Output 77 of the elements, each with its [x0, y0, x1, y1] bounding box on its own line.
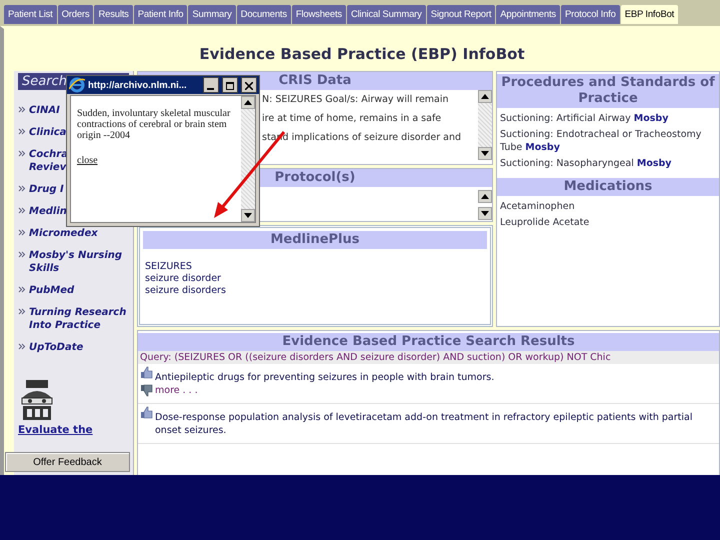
tab[interactable]: EBP InfoBot: [620, 5, 678, 24]
result-title[interactable]: Antiepileptic drugs for preventing seizures in people with brain tumors.: [155, 371, 494, 384]
procedure-text: Suctioning: Endotracheal or Tracheostomy Tube Mosby: [500, 128, 702, 154]
search-link[interactable]: Clinica: [29, 126, 66, 139]
medication-text: Acetaminophen: [500, 200, 576, 213]
tab[interactable]: Documents: [236, 5, 291, 24]
scroll-down-icon[interactable]: [241, 209, 255, 222]
search-link[interactable]: UpToDate: [29, 341, 84, 354]
double-chevron-icon: [18, 343, 26, 350]
cris-text: N: SEIZURES Goal/s: Airway will remain: [262, 94, 450, 105]
medline-link[interactable]: seizure disorder: [145, 273, 485, 285]
tab[interactable]: Flowsheets: [292, 5, 346, 24]
panel-header: Procedures and Standards of Practice: [497, 74, 719, 108]
scroll-down-icon[interactable]: [478, 207, 492, 220]
minimize-button[interactable]: [203, 77, 219, 93]
cris-text: ire at time of home, remains in a safe: [262, 113, 442, 124]
thumbs-up-icon: [140, 406, 153, 419]
close-icon: [245, 82, 253, 90]
mosby-link[interactable]: Mosby: [636, 158, 672, 169]
mosby-link[interactable]: Mosby: [634, 113, 668, 124]
search-link[interactable]: Mosby's Nursing Skills: [29, 249, 122, 275]
tab[interactable]: Appointments: [496, 5, 560, 24]
panel-header: Evidence Based Practice Search Results: [138, 333, 719, 351]
tab[interactable]: Patient Info: [134, 5, 188, 24]
search-link[interactable]: Drug I: [29, 183, 64, 196]
search-link[interactable]: Micromedex: [29, 227, 98, 240]
double-chevron-icon: [18, 128, 26, 135]
query-text: Query: (SEIZURES OR ((seizure disorders AND seizure disorder) AND suction) OR workup) NOT Chic: [138, 351, 719, 364]
search-link[interactable]: Medlin: [29, 205, 67, 218]
thumbs-up-icon: [140, 366, 153, 379]
scrollbar[interactable]: [478, 90, 492, 160]
search-link[interactable]: PubMed: [29, 284, 74, 297]
maximize-button[interactable]: [222, 77, 238, 93]
scroll-up-icon[interactable]: [478, 90, 492, 103]
page-title: Evidence Based Practice (EBP) InfoBot: [198, 44, 526, 65]
tab[interactable]: Protocol Info: [560, 5, 620, 24]
scroll-up-icon[interactable]: [478, 190, 492, 203]
procedure-text: Suctioning: Artificial Airway Mosby: [500, 112, 670, 125]
tab[interactable]: Summary: [188, 5, 236, 24]
double-chevron-icon: [18, 150, 26, 157]
double-chevron-icon: [18, 308, 26, 315]
scrollbar[interactable]: [241, 96, 255, 222]
medline-link[interactable]: seizure disorders: [145, 285, 485, 297]
search-link[interactable]: Turning Research Into Practice: [29, 306, 126, 332]
browser-icon: [69, 77, 85, 93]
result-title[interactable]: Dose-response population analysis of levetiracetam add-on treatment in refractory epileptic patients with partial onset seizures.: [155, 411, 719, 437]
tab[interactable]: Clinical Summary: [346, 5, 426, 24]
double-chevron-icon: [18, 106, 26, 113]
mosby-link[interactable]: Mosby: [525, 142, 560, 153]
scrollbar[interactable]: [478, 190, 492, 220]
robot-logo: [20, 380, 54, 420]
medline-link[interactable]: SEIZURES: [145, 261, 485, 273]
panel-header: MedlinePlus: [143, 231, 487, 249]
double-chevron-icon: [18, 251, 26, 258]
procedure-text: Suctioning: Nasopharyngeal Mosby: [500, 157, 672, 170]
double-chevron-icon: [18, 229, 26, 236]
scroll-up-icon[interactable]: [241, 96, 255, 109]
evaluate-link[interactable]: Evaluate the: [18, 424, 133, 436]
close-button[interactable]: [241, 77, 257, 93]
definition-text: Sudden, involuntary skeletal muscular contractions of cerebral or brain stem origin --2004: [77, 108, 232, 141]
scroll-down-icon[interactable]: [478, 147, 492, 160]
tab[interactable]: Orders: [58, 5, 94, 24]
medication-text: Leuprolide Acetate: [500, 216, 590, 229]
close-link[interactable]: close: [77, 155, 235, 166]
panel-header: Medications: [497, 178, 719, 196]
search-link[interactable]: Cochra Reviev: [29, 148, 68, 174]
tab[interactable]: Signout Report: [426, 5, 496, 24]
double-chevron-icon: [18, 286, 26, 293]
double-chevron-icon: [18, 207, 26, 214]
feedback-button[interactable]: Offer Feedback: [5, 452, 130, 472]
search-link[interactable]: CINAI: [29, 104, 60, 117]
tab[interactable]: Patient List: [4, 5, 57, 24]
thumbs-down-icon: [140, 384, 153, 397]
double-chevron-icon: [18, 185, 26, 192]
more-link[interactable]: more . . .: [155, 384, 494, 397]
tab[interactable]: Results: [94, 5, 133, 24]
maximize-icon: [226, 82, 234, 90]
